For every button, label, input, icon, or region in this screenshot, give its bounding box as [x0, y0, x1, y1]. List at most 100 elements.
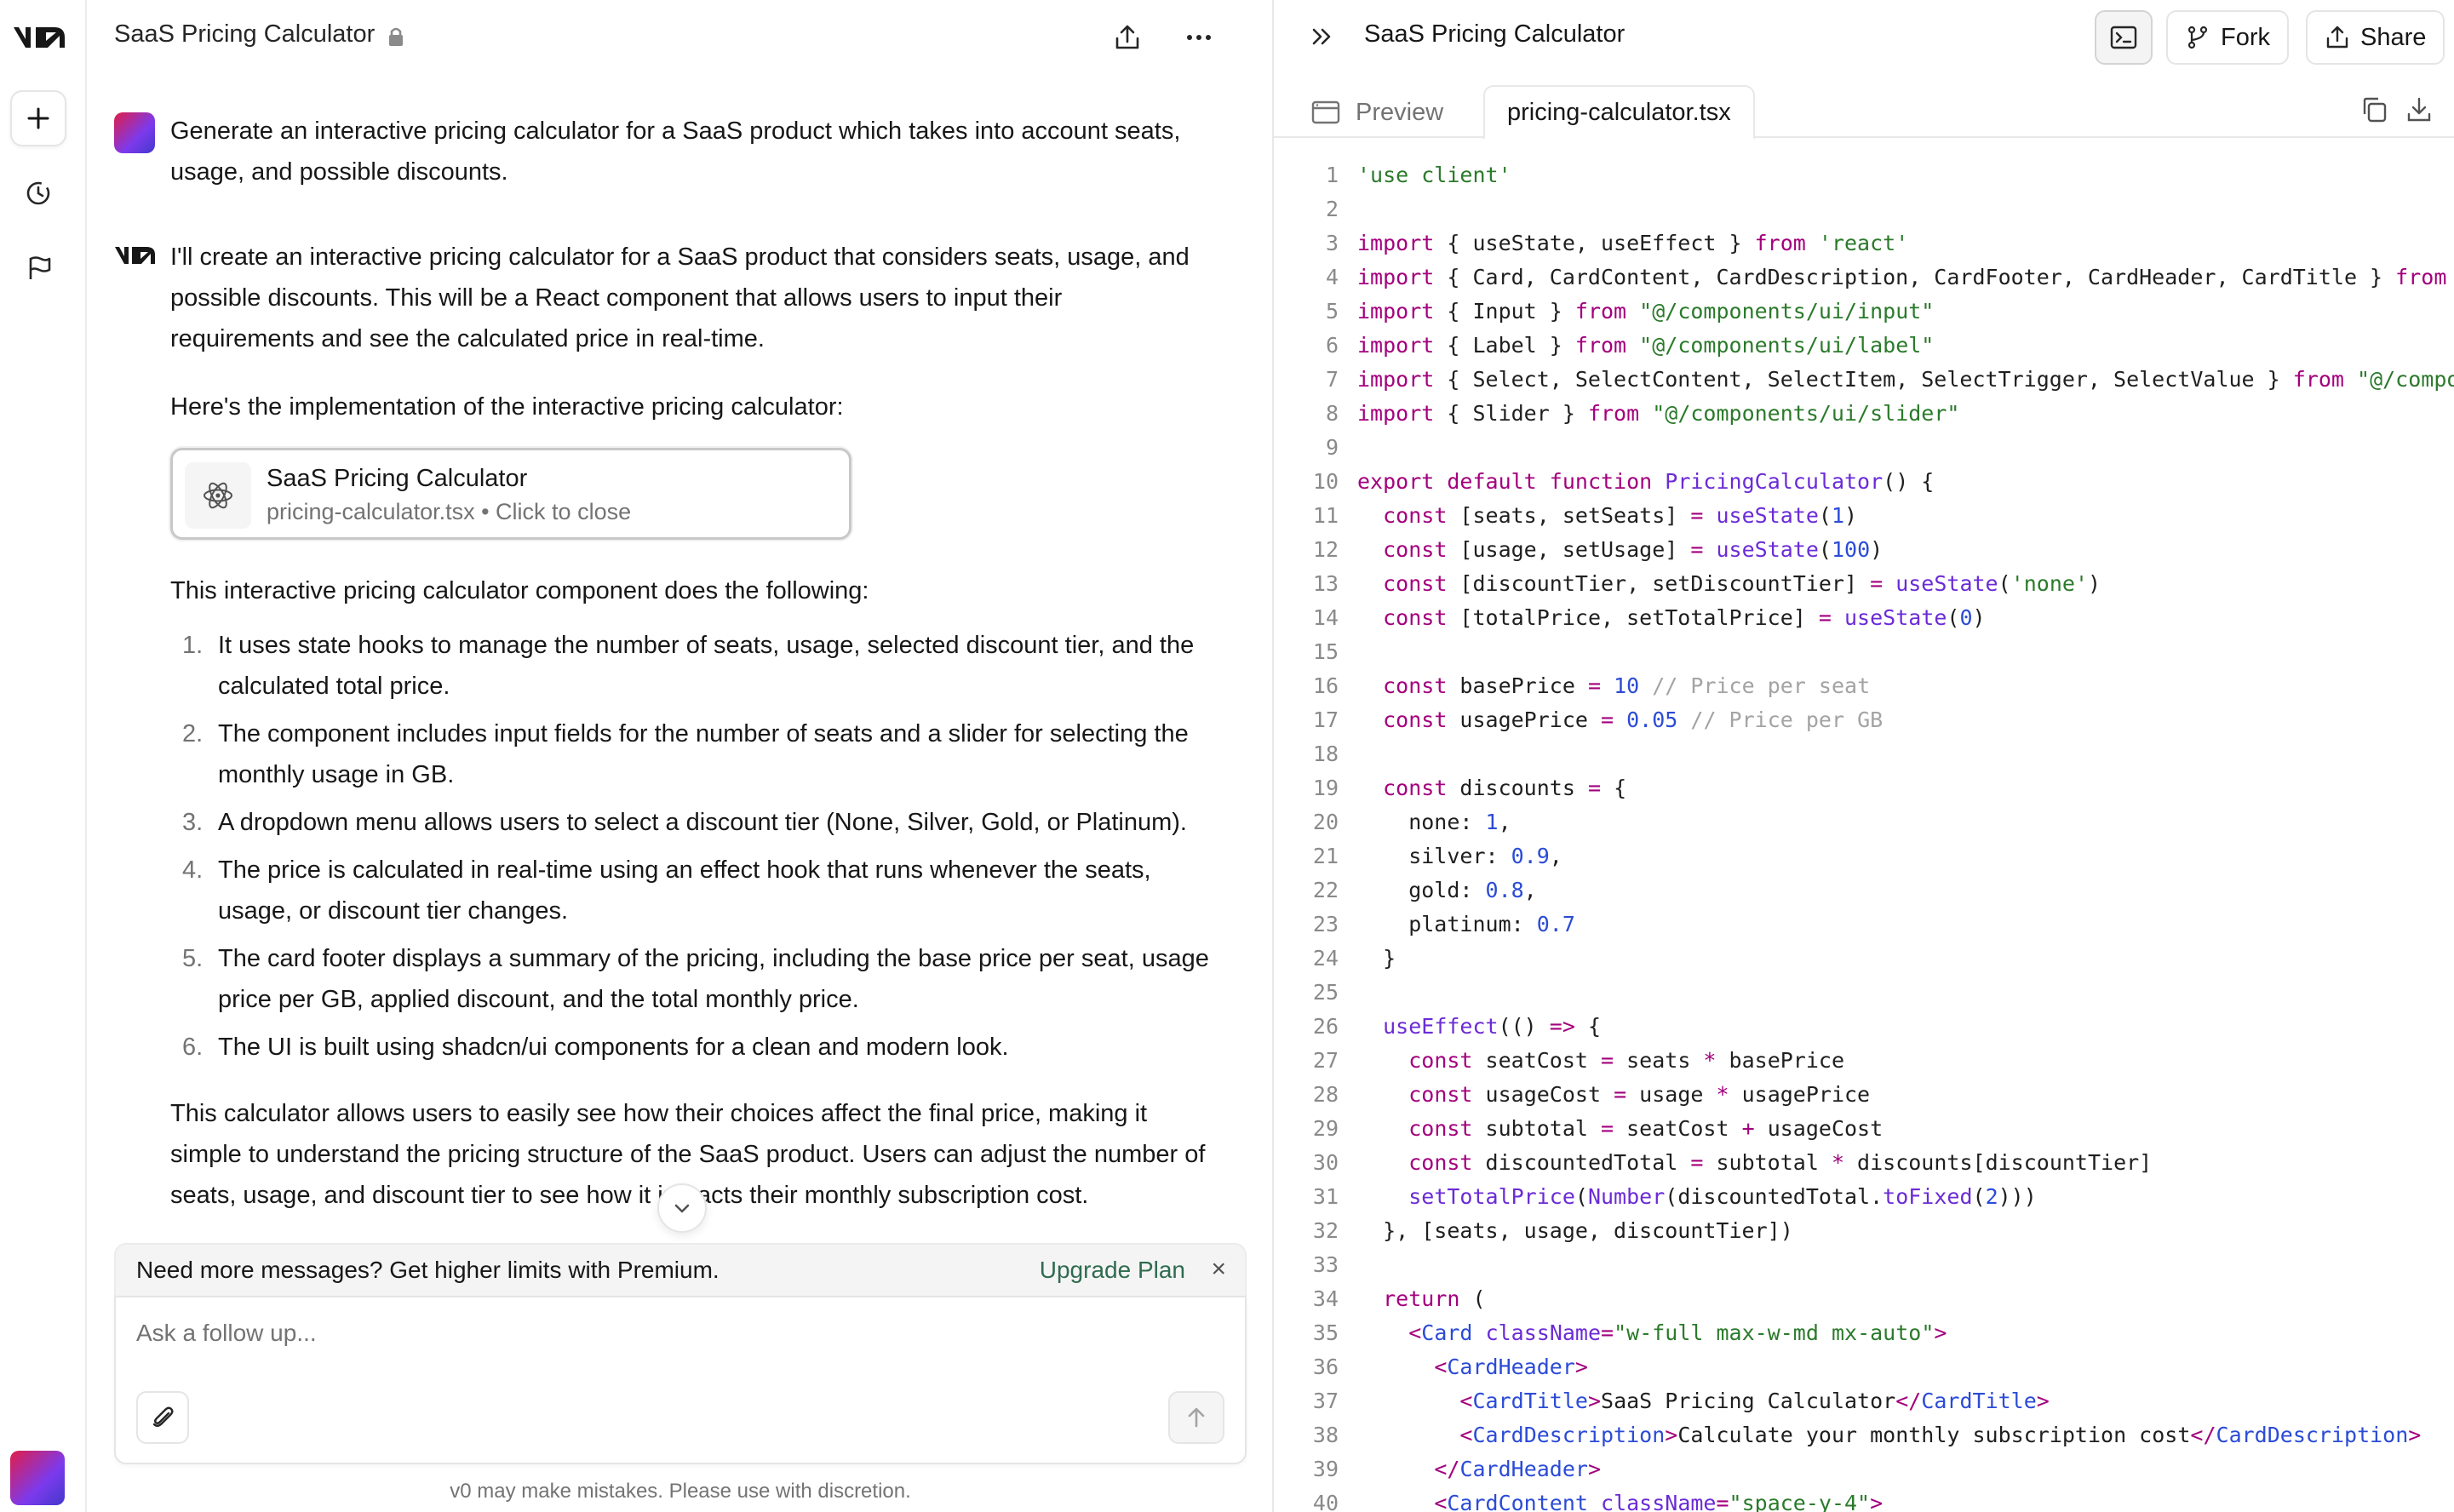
code-text: platinum: 0.7: [1357, 912, 1575, 936]
send-button[interactable]: [1168, 1391, 1224, 1444]
browser-icon: [1311, 100, 1340, 124]
line-number: 36: [1312, 1354, 1339, 1379]
line-number: 10: [1312, 469, 1339, 494]
feedback-button[interactable]: [10, 240, 66, 296]
terminal-icon: [2110, 26, 2137, 49]
new-chat-button[interactable]: [10, 90, 66, 146]
tab-preview[interactable]: Preview: [1311, 85, 1443, 140]
left-rail: [0, 0, 87, 1512]
code-text: <Card className="w-full max-w-md mx-auto…: [1408, 1320, 1947, 1345]
list-item: 2. The component includes input fields fo…: [182, 720, 1189, 788]
terminal-button[interactable]: [2095, 10, 2153, 65]
code-text: return (: [1383, 1286, 1486, 1311]
line-number: 32: [1312, 1218, 1339, 1243]
assistant-message-body: I'll create an interactive pricing calcu…: [170, 237, 1209, 1243]
history-button[interactable]: [10, 165, 66, 221]
list-item: 6. The UI is built using shadcn/ui compon…: [182, 1034, 1009, 1061]
line-number: 13: [1312, 571, 1339, 596]
v0-assistant-icon: [115, 247, 155, 264]
line-number: 40: [1312, 1491, 1339, 1512]
line-number: 19: [1312, 776, 1339, 800]
line-number: 29: [1312, 1116, 1339, 1141]
list-item: 3. A dropdown menu allows users to select…: [182, 809, 1187, 836]
v0-logo-icon[interactable]: [12, 22, 68, 53]
code-text: <CardHeader>: [1434, 1354, 1588, 1379]
code-text: import { Card, CardContent, CardDescript…: [1357, 265, 2447, 289]
attach-button[interactable]: [136, 1391, 189, 1444]
code-text: setTotalPrice(Number(discountedTotal.toF…: [1408, 1184, 2037, 1209]
notice-close-button[interactable]: ×: [1211, 1255, 1226, 1284]
chevrons-right-icon[interactable]: [1308, 22, 1337, 51]
code-text: const [seats, setSeats] = useState(1): [1383, 503, 1858, 528]
code-text: const discountedTotal = subtotal * disco…: [1408, 1150, 2153, 1175]
fork-button[interactable]: Fork: [2166, 10, 2289, 65]
artifact-card[interactable]: SaaS Pricing Calculator pricing-calculat…: [170, 448, 851, 540]
line-number: 3: [1325, 231, 1339, 255]
line-number: 27: [1312, 1048, 1339, 1073]
more-options-button[interactable]: [1180, 19, 1218, 56]
line-number: 7: [1325, 367, 1339, 392]
line-number: 5: [1325, 299, 1339, 324]
line-number: 15: [1312, 639, 1339, 664]
code-pane-header: SaaS Pricing Calculator Fork Share: [1274, 0, 2454, 77]
premium-notice-text: Need more messages? Get higher limits wi…: [136, 1257, 720, 1283]
upload-icon: [1115, 25, 1139, 49]
line-number: 26: [1312, 1014, 1339, 1039]
code-text: }, [seats, usage, discountTier]): [1357, 1218, 1793, 1243]
code-text: const usagePrice = 0.05 // Price per GB: [1383, 707, 1884, 732]
arrow-up-icon: [1188, 1407, 1205, 1428]
tab-file[interactable]: pricing-calculator.tsx: [1483, 85, 1755, 140]
chat-title: SaaS Pricing Calculator: [114, 20, 376, 48]
follow-up-input[interactable]: Ask a follow up...: [136, 1320, 1158, 1347]
user-avatar[interactable]: [10, 1451, 65, 1505]
git-fork-icon: [2187, 26, 2208, 49]
line-number: 23: [1312, 912, 1339, 936]
download-icon[interactable]: [2405, 95, 2434, 124]
artifact-subtitle: pricing-calculator.tsx • Click to close: [267, 499, 632, 524]
code-text: silver: 0.9,: [1357, 844, 1562, 868]
upgrade-plan-link[interactable]: Upgrade Plan: [1040, 1257, 1185, 1284]
artifact-title: SaaS Pricing Calculator: [267, 465, 528, 492]
code-text: import { Label } from "@/components/ui/l…: [1357, 333, 1935, 358]
code-text: gold: 0.8,: [1357, 878, 1537, 902]
code-text: import { Input } from "@/components/ui/i…: [1357, 299, 1935, 324]
line-number: 28: [1312, 1082, 1339, 1107]
line-number: 12: [1312, 537, 1339, 562]
line-number: 33: [1312, 1252, 1339, 1277]
line-number: 35: [1312, 1320, 1339, 1345]
share-button[interactable]: Share: [2306, 10, 2445, 65]
code-pane: SaaS Pricing Calculator Fork Share Previ…: [1274, 0, 2454, 1512]
fork-label: Fork: [2221, 23, 2270, 51]
disclaimer: v0 may make mistakes. Please use with di…: [450, 1480, 911, 1503]
code-text: const subtotal = seatCost + usageCost: [1408, 1116, 1884, 1141]
chat-panel: SaaS Pricing Calculator Generate an inte…: [87, 0, 1274, 1512]
copy-icon[interactable]: [2360, 95, 2389, 124]
scroll-to-bottom-button[interactable]: [657, 1183, 707, 1233]
share-chat-button[interactable]: [1109, 19, 1146, 56]
code-tabs: Preview pricing-calculator.tsx: [1274, 82, 2454, 140]
lock-icon: [389, 27, 403, 46]
chat-header: SaaS Pricing Calculator: [87, 0, 1274, 75]
line-number: 20: [1312, 810, 1339, 834]
message-composer: Ask a follow up...: [114, 1296, 1247, 1464]
more-horizontal-icon: [1187, 35, 1211, 40]
react-icon: [185, 462, 251, 529]
code-text: export default function PricingCalculato…: [1357, 469, 1935, 494]
code-text: import { useState, useEffect } from 'rea…: [1357, 231, 1909, 255]
line-number: 6: [1325, 333, 1339, 358]
chevron-down-icon: [674, 1204, 690, 1213]
line-number: 2: [1325, 197, 1339, 221]
user-message-text: Generate an interactive pricing calculat…: [170, 117, 1181, 186]
code-editor[interactable]: 1'use client' 2 3 import { useState, useEff…: [1274, 158, 2454, 1512]
line-number: 14: [1312, 605, 1339, 630]
code-pane-title: SaaS Pricing Calculator: [1364, 20, 1625, 48]
upload-icon: [2326, 26, 2348, 49]
line-number: 24: [1312, 946, 1339, 971]
line-number: 18: [1312, 742, 1339, 766]
code-text: const [usage, setUsage] = useState(100): [1383, 537, 1884, 562]
code-text: const [discountTier, setDiscountTier] = …: [1383, 571, 2101, 596]
code-text: const seatCost = seats * basePrice: [1408, 1048, 1844, 1073]
line-number: 16: [1312, 673, 1339, 698]
premium-notice: Need more messages? Get higher limits wi…: [114, 1243, 1247, 1297]
code-text: <CardDescription>Calculate your monthly …: [1459, 1423, 2422, 1447]
